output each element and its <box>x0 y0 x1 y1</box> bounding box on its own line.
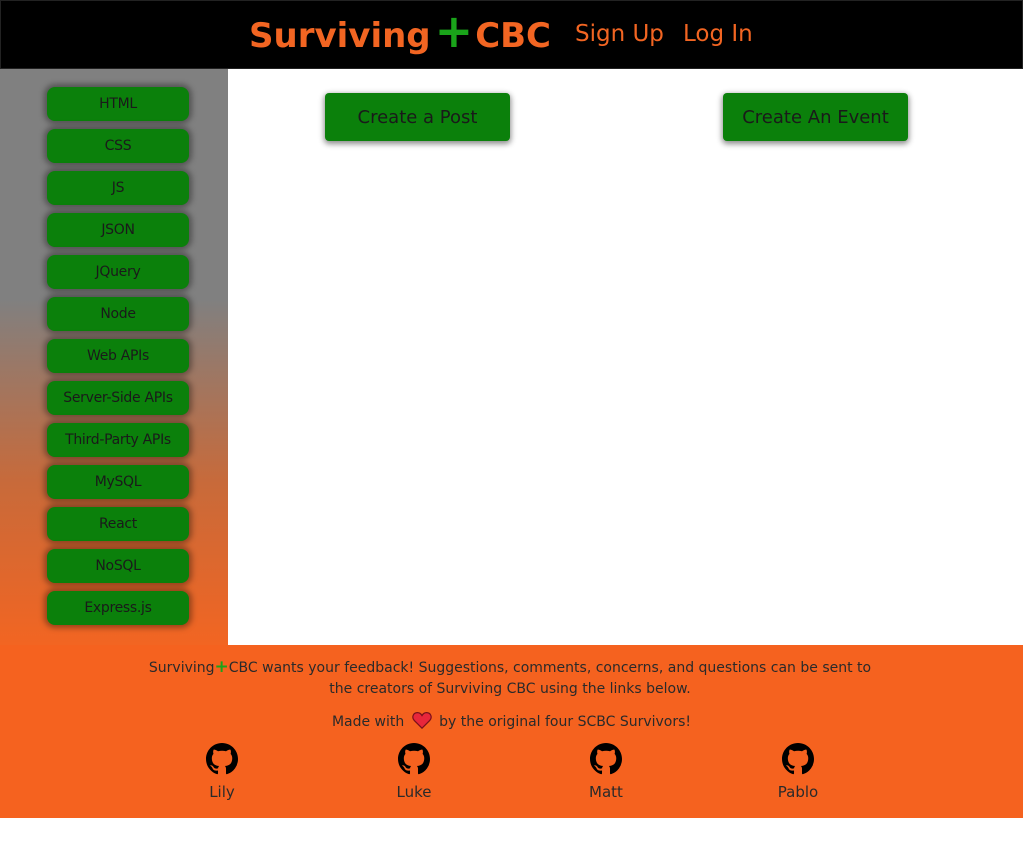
log-in-link[interactable]: Log In <box>683 21 753 47</box>
feedback-brand-text: Surviving <box>148 660 215 676</box>
contributor-name: Matt <box>589 783 623 801</box>
brand-text-left: Surviving <box>249 16 431 56</box>
brand-logo[interactable]: Surviving + CBC <box>249 8 552 60</box>
top-navbar: Surviving + CBC Sign Up Log In <box>0 0 1023 69</box>
sidebar-item-third-party-apis[interactable]: Third-Party APIs <box>47 423 189 457</box>
sidebar-item-json[interactable]: JSON <box>47 213 189 247</box>
sidebar-item-html[interactable]: HTML <box>47 87 189 121</box>
sidebar-item-mysql[interactable]: MySQL <box>47 465 189 499</box>
github-icon <box>398 743 430 775</box>
sidebar-item-nosql[interactable]: NoSQL <box>47 549 189 583</box>
create-event-button[interactable]: Create An Event <box>723 93 908 141</box>
main-content: Create a Post Create An Event <box>228 69 1023 645</box>
footer: Surviving+CBC wants your feedback! Sugge… <box>0 645 1023 818</box>
create-post-button[interactable]: Create a Post <box>325 93 510 141</box>
github-icon <box>782 743 814 775</box>
made-with-prefix: Made with <box>331 714 405 730</box>
feedback-text: CBC wants your feedback! Suggestions, co… <box>228 660 872 697</box>
contributor-link-pablo[interactable]: Pablo <box>758 743 838 801</box>
made-with-line: Made with by the original four SCBC Surv… <box>0 711 1023 733</box>
sidebar-item-react[interactable]: React <box>47 507 189 541</box>
github-icon <box>206 743 238 775</box>
contributor-name: Lily <box>209 783 235 801</box>
sidebar-item-css[interactable]: CSS <box>47 129 189 163</box>
made-with-suffix: by the original four SCBC Survivors! <box>439 714 692 730</box>
contributor-link-luke[interactable]: Luke <box>374 743 454 801</box>
contributor-link-matt[interactable]: Matt <box>566 743 646 801</box>
sidebar-item-js[interactable]: JS <box>47 171 189 205</box>
heart-icon <box>411 711 432 733</box>
feedback-message: Surviving+CBC wants your feedback! Sugge… <box>140 657 880 700</box>
feedback-plus-icon: + <box>214 657 229 677</box>
contributor-link-lily[interactable]: Lily <box>182 743 262 801</box>
github-icon <box>590 743 622 775</box>
sidebar-item-jquery[interactable]: JQuery <box>47 255 189 289</box>
contributor-name: Pablo <box>777 783 819 801</box>
sidebar-item-web-apis[interactable]: Web APIs <box>47 339 189 373</box>
contributor-name: Luke <box>396 783 432 801</box>
sidebar-item-expressjs[interactable]: Express.js <box>47 591 189 625</box>
topic-sidebar: HTML CSS JS JSON JQuery Node Web APIs Se… <box>0 69 228 645</box>
sign-up-link[interactable]: Sign Up <box>575 21 664 47</box>
brand-text-right: CBC <box>475 16 552 56</box>
brand-plus-icon: + <box>434 4 474 58</box>
sidebar-item-server-side-apis[interactable]: Server-Side APIs <box>47 381 189 415</box>
sidebar-item-node[interactable]: Node <box>47 297 189 331</box>
